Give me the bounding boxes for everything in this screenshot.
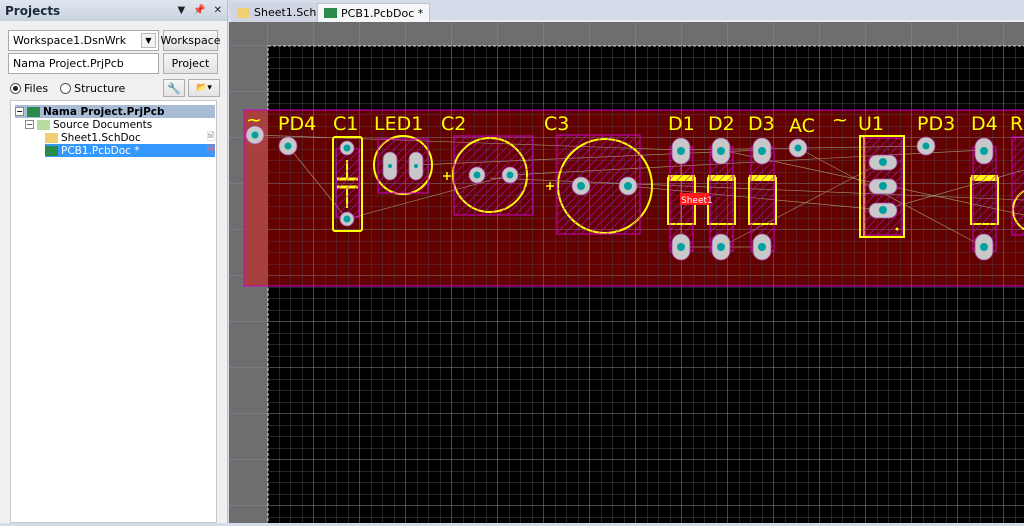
project-value: Nama Project.PrjPcb (13, 57, 124, 70)
pcb-canvas[interactable]: ~ PD4 C1 LED1 C2 C3 D1 D2 D3 AC ~ U1 PD3… (229, 22, 1024, 526)
workspace-select[interactable]: Workspace1.DsnWrk ▼ (8, 30, 159, 51)
tree-file-label: PCB1.PcbDoc * (61, 144, 140, 157)
radio-structure-label: Structure (74, 81, 126, 95)
designator: D1 (668, 113, 695, 135)
tree-item-file[interactable]: Sheet1.SchDoc 🗎 (45, 131, 215, 144)
designator: AC (789, 115, 815, 137)
pcb-drawing[interactable]: ~ PD4 C1 LED1 C2 C3 D1 D2 D3 AC ~ U1 PD3… (229, 22, 1024, 526)
radio-files[interactable]: Files (10, 82, 48, 95)
designator: D3 (748, 113, 775, 135)
panel-title: Projects (5, 3, 61, 18)
project-button[interactable]: Project (163, 53, 218, 74)
tree-item-project[interactable]: − Nama Project.PrjPcb (15, 105, 215, 118)
room-label: Sheet1 (681, 196, 713, 206)
designator: U1 (858, 113, 884, 135)
designator: R (1010, 113, 1023, 135)
designator: D4 (971, 113, 998, 135)
radio-files-label: Files (24, 81, 49, 95)
pcb-project-icon (27, 106, 40, 117)
grid-coarse (268, 110, 1024, 286)
workspace-value: Workspace1.DsnWrk (13, 34, 127, 47)
workspace-button[interactable]: Workspace (160, 30, 221, 51)
tree-item-folder[interactable]: − Source Documents (25, 118, 152, 131)
collapse-icon[interactable]: − (15, 107, 24, 116)
designator: ~ (246, 109, 262, 131)
pcb-icon (324, 8, 337, 18)
tab-label: PCB1.PcbDoc * (341, 6, 424, 20)
designator: PD3 (917, 113, 955, 135)
designator: PD4 (278, 113, 316, 135)
pcb-icon (45, 145, 58, 156)
project-tree: − Nama Project.PrjPcb − Source Documents S… (10, 100, 217, 523)
compile-icon[interactable]: 🔧 (163, 79, 185, 97)
tree-project-label: Nama Project.PrjPcb (43, 105, 165, 118)
tree-file-label: Sheet1.SchDoc (61, 131, 141, 144)
folder-icon (37, 119, 50, 130)
designator: LED1 (374, 113, 423, 135)
designator: C3 (544, 113, 569, 135)
designator: C1 (333, 113, 358, 135)
modified-document-icon: 🗎 (206, 143, 215, 156)
schematic-icon (45, 132, 58, 143)
chevron-down-icon[interactable]: ▼ (141, 33, 156, 48)
designator: D2 (708, 113, 735, 135)
projects-panel: Projects ▼ 📌 ✕ Workspace1.DsnWrk ▼ Workspac… (0, 0, 228, 523)
document-tabs: Sheet1.SchDoc PCB1.PcbDoc * (229, 0, 1024, 22)
tab-pcb1[interactable]: PCB1.PcbDoc * (317, 3, 431, 22)
panel-menu-icon[interactable]: ▼ (177, 5, 185, 16)
open-folder-icon[interactable]: 📂▾ (188, 79, 220, 97)
pin-icon[interactable]: 📌 (193, 5, 205, 16)
designator: C2 (441, 113, 466, 135)
project-field[interactable]: Nama Project.PrjPcb (8, 53, 159, 74)
tree-folder-label: Source Documents (53, 118, 153, 131)
radio-structure[interactable]: Structure (60, 82, 125, 95)
schematic-icon (237, 7, 250, 18)
close-icon[interactable]: ✕ (214, 5, 222, 16)
tree-item-file-selected[interactable]: PCB1.PcbDoc * 🗎 (45, 144, 215, 157)
designator: ~ (832, 109, 848, 131)
panel-header: Projects ▼ 📌 ✕ (0, 0, 227, 21)
collapse-icon[interactable]: − (25, 120, 34, 129)
